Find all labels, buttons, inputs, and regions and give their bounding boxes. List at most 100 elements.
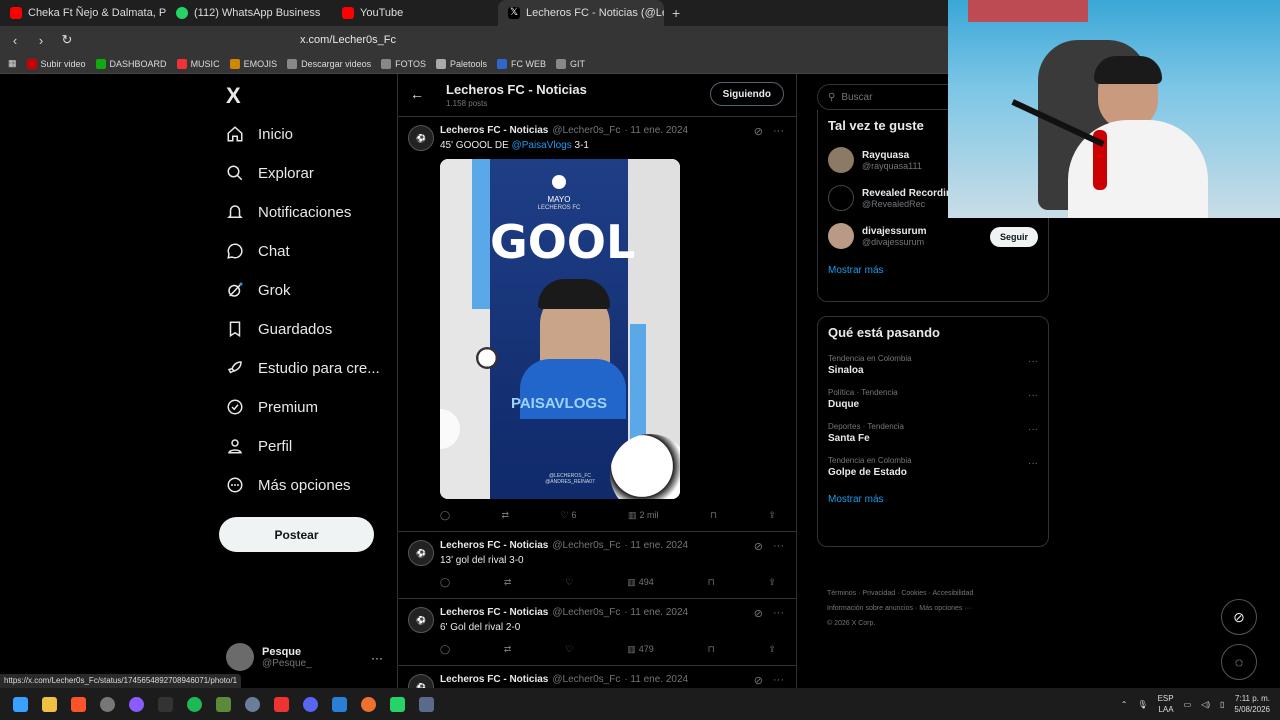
tweet[interactable]: ⚽ Lecheros FC - Noticias @Lecher0s_Fc · 11… xyxy=(398,531,796,598)
more-icon[interactable]: ··· xyxy=(1028,390,1038,401)
tweet-author[interactable]: Lecheros FC - Noticias xyxy=(440,607,548,618)
network-icon[interactable]: ▭ xyxy=(1184,700,1192,709)
tweet-author[interactable]: Lecheros FC - Noticias xyxy=(440,540,548,551)
views-button[interactable]: ▥ 479 xyxy=(627,644,654,655)
app-icon[interactable] xyxy=(267,690,296,719)
like-button[interactable]: ♡ xyxy=(565,644,573,655)
tweet-handle[interactable]: @Lecher0s_Fc xyxy=(552,674,620,685)
retweet-icon[interactable]: ⇄ xyxy=(504,577,512,588)
follow-button[interactable]: Seguir xyxy=(989,227,1038,247)
tweet-avatar[interactable]: ⚽ xyxy=(408,540,434,566)
views-button[interactable]: ▥ 2 mil xyxy=(628,510,659,521)
bookmark-item[interactable]: DASHBOARD xyxy=(95,58,167,69)
messages-fab-icon[interactable]: ◌ xyxy=(1221,644,1257,680)
show-more-link[interactable]: Mostrar más xyxy=(818,484,1048,515)
tweet-handle[interactable]: @Lecher0s_Fc xyxy=(552,540,620,551)
nav-item-mas-opciones[interactable]: Más opciones xyxy=(226,476,351,494)
more-icon[interactable]: ··· xyxy=(773,674,784,687)
tweet-handle[interactable]: @Lecher0s_Fc xyxy=(552,125,620,136)
browser-tab[interactable]: (112) WhatsApp Business xyxy=(166,0,332,26)
grok-fab-icon[interactable]: ⊘ xyxy=(1221,599,1257,635)
like-button[interactable]: ♡ xyxy=(565,577,573,588)
retweet-icon[interactable]: ⇄ xyxy=(502,510,510,521)
tweet-avatar[interactable]: ⚽ xyxy=(408,607,434,633)
nav-item-chat[interactable]: Chat xyxy=(226,242,290,260)
tweet-date[interactable]: · 11 ene. 2024 xyxy=(624,125,688,136)
share-icon[interactable]: ⇪ xyxy=(768,510,776,521)
tweet-avatar[interactable]: ⚽ xyxy=(408,674,434,688)
reload-icon[interactable]: ↻ xyxy=(58,32,76,48)
bookmark-item[interactable]: FC WEB xyxy=(496,58,546,69)
mic-icon[interactable]: 🎙 xyxy=(1137,700,1147,709)
trend-item[interactable]: Deportes · Tendencia Santa Fe ··· xyxy=(818,416,1048,450)
minecraft-icon[interactable] xyxy=(209,690,238,719)
share-icon[interactable]: ⇪ xyxy=(768,644,776,655)
steam-icon[interactable] xyxy=(238,690,267,719)
volume-icon[interactable]: ◁) xyxy=(1201,700,1210,709)
bookmark-item[interactable]: Subir video xyxy=(26,58,86,69)
nav-item-premium[interactable]: Premium xyxy=(226,398,318,416)
nav-item-guardados[interactable]: Guardados xyxy=(226,320,332,338)
post-button[interactable]: Postear xyxy=(219,517,374,552)
tweet-date[interactable]: · 11 ene. 2024 xyxy=(624,674,688,685)
nav-item-notificaciones[interactable]: Notificaciones xyxy=(226,203,351,221)
bookmark-item[interactable]: Descargar videos xyxy=(287,58,371,69)
footer-link[interactable]: Información sobre anuncios xyxy=(827,605,913,612)
following-button[interactable]: Siguiendo xyxy=(709,82,784,106)
file-explorer-icon[interactable] xyxy=(35,690,64,719)
retweet-icon[interactable]: ⇄ xyxy=(504,644,512,655)
trend-item[interactable]: Tendencia en Colombia Sinaloa ··· xyxy=(818,348,1048,382)
tweet[interactable]: ⚽ Lecheros FC - Noticias @Lecher0s_Fc · 11… xyxy=(398,665,796,688)
tweet-author[interactable]: Lecheros FC - Noticias xyxy=(440,125,548,136)
bookmark-icon[interactable]: ⊓ xyxy=(710,510,717,521)
nav-item-grok[interactable]: Grok xyxy=(226,281,291,299)
bookmark-item[interactable]: FOTOS xyxy=(381,58,426,69)
app-icon[interactable] xyxy=(354,690,383,719)
bookmark-icon[interactable]: ⊓ xyxy=(708,577,715,588)
bookmark-item[interactable]: Paletools xyxy=(435,58,487,69)
account-more-icon[interactable]: ··· xyxy=(371,651,383,665)
footer-link[interactable]: Privacidad xyxy=(862,590,895,597)
bookmark-item[interactable]: MUSIC xyxy=(176,58,220,69)
windows-start-icon[interactable] xyxy=(6,690,35,719)
footer-link[interactable]: Términos xyxy=(827,590,856,597)
views-button[interactable]: ▥ 494 xyxy=(627,577,654,588)
new-tab-button[interactable]: + xyxy=(664,5,688,21)
clock[interactable]: 7:11 p. m. 5/08/2026 xyxy=(1234,693,1270,715)
like-button[interactable]: ♡ 6 xyxy=(560,510,576,521)
chevron-up-icon[interactable]: ⌃ xyxy=(1121,700,1128,709)
back-icon[interactable]: ‹ xyxy=(6,33,24,48)
tweet[interactable]: ⚽ Lecheros FC - Noticias @Lecher0s_Fc · 11… xyxy=(398,598,796,665)
share-icon[interactable]: ⇪ xyxy=(768,577,776,588)
more-icon[interactable]: ··· xyxy=(773,125,784,138)
discord-icon[interactable] xyxy=(296,690,325,719)
footer-link[interactable]: Accesibilidad xyxy=(932,590,973,597)
language-indicator[interactable]: ESP LAA xyxy=(1158,693,1174,715)
bookmark-item[interactable]: EMOJIS xyxy=(229,58,277,69)
grok-icon[interactable]: ⊘ xyxy=(754,125,763,138)
whatsapp-icon[interactable] xyxy=(383,690,412,719)
url-field[interactable]: x.com/Lecher0s_Fc xyxy=(270,30,950,50)
reply-icon[interactable]: ◯ xyxy=(440,577,450,588)
show-more-link[interactable]: Mostrar más xyxy=(818,255,1048,286)
brave-icon[interactable] xyxy=(64,690,93,719)
trend-item[interactable]: Tendencia en Colombia Golpe de Estado ··· xyxy=(818,450,1048,484)
account-switcher[interactable]: Pesque @Pesque_ xyxy=(226,643,312,671)
grok-icon[interactable]: ⊘ xyxy=(754,540,763,553)
tweet[interactable]: ⚽ Lecheros FC - Noticias @Lecher0s_Fc · 11… xyxy=(398,116,796,531)
more-icon[interactable]: ··· xyxy=(1028,424,1038,435)
apps-icon[interactable]: ▦ xyxy=(8,58,17,69)
grok-icon[interactable]: ⊘ xyxy=(754,607,763,620)
nav-item-perfil[interactable]: Perfil xyxy=(226,437,292,455)
grok-icon[interactable]: ⊘ xyxy=(754,674,763,687)
footer-link[interactable]: Más opciones ··· xyxy=(919,605,971,612)
epic-icon[interactable] xyxy=(151,690,180,719)
browser-tab[interactable]: YouTube xyxy=(332,0,498,26)
tweet-image[interactable]: MAYO LECHEROS FC GOOL PAISAVLOGS @LECHER… xyxy=(440,159,680,499)
x-logo-icon[interactable]: X xyxy=(226,83,241,109)
more-icon[interactable]: ··· xyxy=(1028,458,1038,469)
nav-item-explorar[interactable]: Explorar xyxy=(226,164,314,182)
battery-icon[interactable]: ▯ xyxy=(1220,700,1224,709)
suggested-account[interactable]: divajessurum @divajessurum Seguir xyxy=(818,217,1048,255)
calculator-icon[interactable] xyxy=(412,690,441,719)
